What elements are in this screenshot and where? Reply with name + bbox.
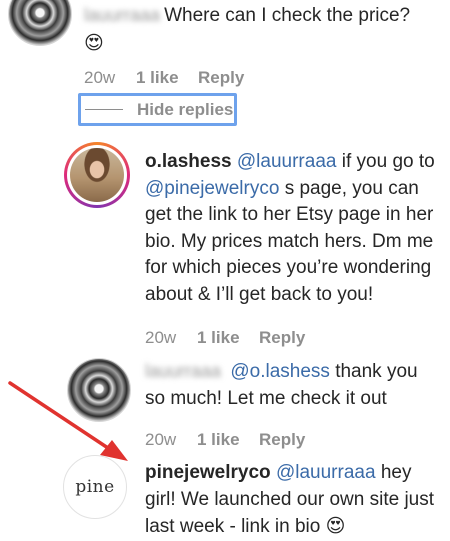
like-count[interactable]: 1 like: [136, 68, 198, 88]
comment-text: pinejewelryco @lauurraaa hey girl! We la…: [145, 462, 435, 537]
timestamp: 20w: [145, 430, 177, 449]
username[interactable]: o.lashess: [145, 151, 232, 172]
timestamp: 20w: [84, 68, 116, 87]
mention-link[interactable]: @lauurraaa: [237, 151, 337, 172]
comment-thread: lauurraaa Where can I check the price? 😍 …: [0, 0, 450, 541]
comment-text: lauurraaa @o.lashess thank you so much! …: [145, 358, 445, 412]
mention-link[interactable]: @pinejewelryco: [145, 178, 279, 199]
like-count[interactable]: 1 like: [197, 430, 259, 450]
avatar[interactable]: [67, 358, 131, 422]
comment-meta: 20w 1 like Reply: [145, 328, 305, 348]
mention-link[interactable]: @o.lashess: [230, 361, 330, 382]
avatar[interactable]: pine: [63, 455, 127, 519]
avatar[interactable]: [64, 142, 130, 208]
heart-eyes-emoji-icon: 😍: [325, 515, 346, 537]
comment-text: lauurraaa Where can I check the price? 😍: [84, 2, 444, 57]
reply-button[interactable]: Reply: [259, 430, 305, 450]
mention-link[interactable]: @lauurraaa: [276, 462, 376, 483]
like-count[interactable]: 1 like: [197, 328, 259, 348]
heart-eyes-emoji-icon: 😍: [84, 31, 104, 54]
pine-logo-text: pine: [75, 477, 115, 497]
avatar[interactable]: [8, 0, 72, 46]
hide-replies-button[interactable]: Hide replies: [78, 93, 237, 126]
divider: [85, 109, 123, 110]
reply-button[interactable]: Reply: [259, 328, 305, 348]
blurred-username: lauurraaa: [84, 5, 161, 25]
reply-button[interactable]: Reply: [198, 68, 244, 88]
hide-replies-label: Hide replies: [137, 99, 234, 119]
blurred-username: lauurraaa: [145, 361, 222, 381]
comment-meta: 20w 1 like Reply: [145, 430, 305, 450]
username[interactable]: pinejewelryco: [145, 462, 271, 483]
comment-meta: 20w 1 like Reply: [84, 68, 244, 88]
comment-text: o.lashess @lauurraaa if you go to @pinej…: [145, 151, 435, 305]
timestamp: 20w: [145, 328, 177, 347]
